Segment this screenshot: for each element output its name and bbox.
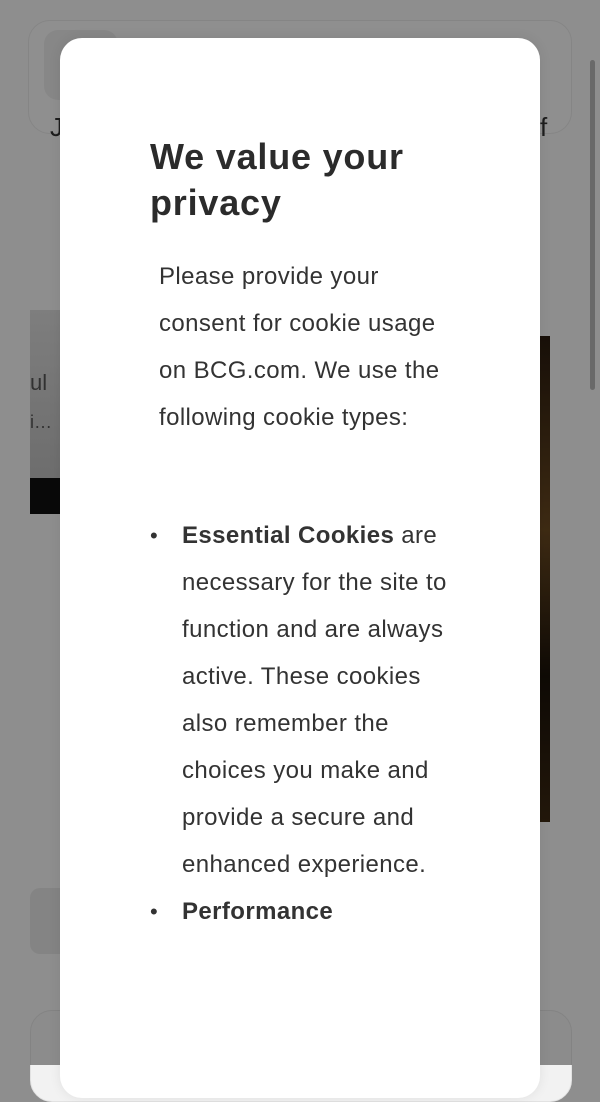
cookie-type-performance: • Performance <box>150 888 450 935</box>
bullet-icon: • <box>150 523 159 548</box>
cookie-type-name: Essential Cookies <box>182 522 395 549</box>
cookie-type-name: Performance <box>182 898 334 925</box>
cookie-type-essential: • Essential Cookies are necessary for th… <box>150 512 450 888</box>
cookie-consent-dialog: We value your privacy Please provide you… <box>60 38 540 1098</box>
cookie-type-description: are necessary for the site to function a… <box>182 522 447 878</box>
dialog-intro-text: Please provide your consent for cookie u… <box>159 263 440 431</box>
cookie-type-list: • Essential Cookies are necessary for th… <box>150 512 450 935</box>
bullet-icon: • <box>150 899 159 924</box>
dialog-title: We value your privacy <box>150 136 404 223</box>
